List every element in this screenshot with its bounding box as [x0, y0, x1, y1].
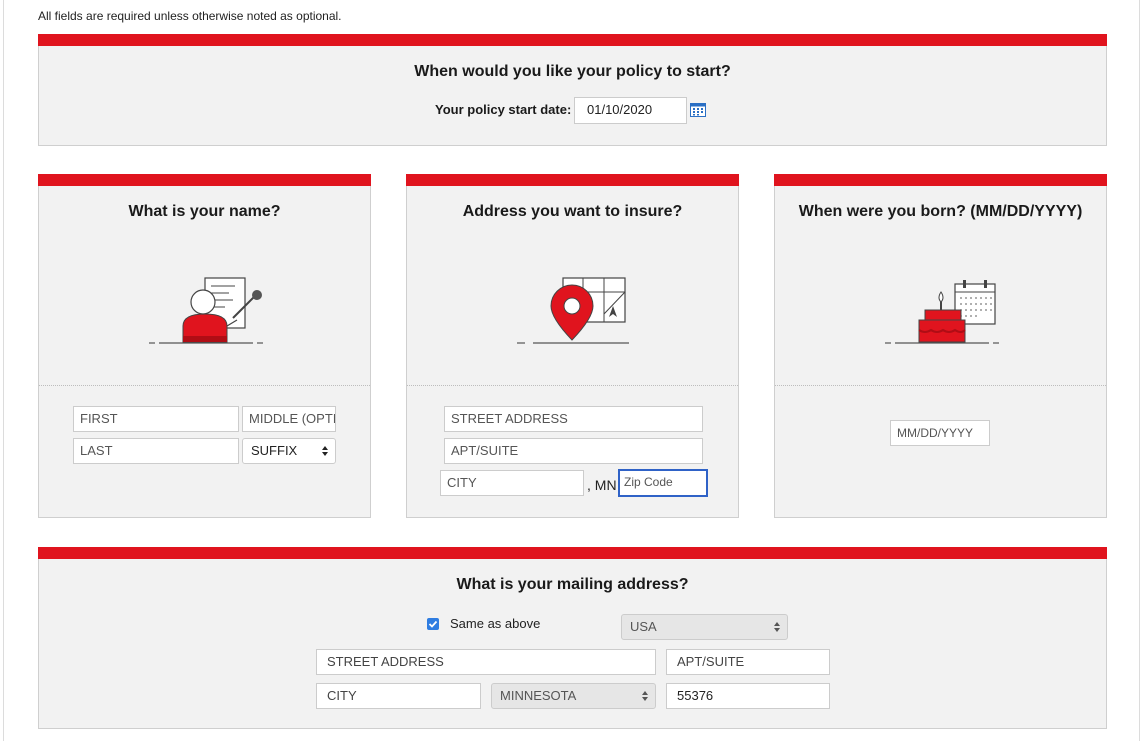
first-name-input[interactable]: FIRST	[73, 406, 239, 432]
map-pin-icon	[513, 274, 639, 351]
same-as-above-checkbox[interactable]	[427, 618, 439, 630]
mailing-state-select-value: MINNESOTA	[500, 688, 577, 703]
last-name-input[interactable]: LAST	[73, 438, 239, 464]
zip-code-input[interactable]: Zip Code	[618, 469, 708, 497]
name-panel: What is your name? FIRST MIDDLE (OPTIONA…	[38, 174, 371, 518]
mailing-street-address-input[interactable]: STREET ADDRESS	[316, 649, 656, 675]
panel-accent-bar	[38, 547, 1107, 559]
birth-panel: When were you born? (MM/DD/YYYY) MM/DD/Y…	[774, 174, 1107, 518]
mailing-city-input[interactable]: CITY	[316, 683, 481, 709]
calendar-icon[interactable]	[690, 102, 706, 122]
panel-accent-bar	[38, 34, 1107, 46]
street-address-input[interactable]: STREET ADDRESS	[444, 406, 703, 432]
required-fields-note: All fields are required unless otherwise…	[38, 9, 342, 23]
address-panel: Address you want to insure? STREET ADDRE…	[406, 174, 739, 518]
same-as-above-label: Same as above	[450, 616, 541, 631]
select-arrows-icon	[641, 688, 649, 704]
country-select-value: USA	[630, 619, 657, 634]
policy-start-date-input[interactable]: 01/10/2020	[574, 97, 687, 124]
city-input[interactable]: CITY	[440, 470, 584, 496]
mailing-state-select[interactable]: MINNESOTA	[491, 683, 656, 709]
name-title: What is your name?	[128, 203, 281, 220]
policy-start-title: When would you like your policy to start…	[414, 63, 731, 80]
panel-accent-bar	[38, 174, 371, 186]
panel-accent-bar	[406, 174, 739, 186]
select-arrows-icon	[773, 619, 781, 635]
birth-title: When were you born? (MM/DD/YYYY)	[798, 203, 1083, 220]
apt-suite-input[interactable]: APT/SUITE	[444, 438, 703, 464]
panel-divider	[407, 385, 738, 386]
date-of-birth-input[interactable]: MM/DD/YYYY	[890, 420, 990, 446]
state-abbreviation: , MN	[587, 477, 617, 493]
policy-start-panel: When would you like your policy to start…	[38, 34, 1107, 146]
panel-accent-bar	[774, 174, 1107, 186]
mailing-zip-input[interactable]: 55376	[666, 683, 830, 709]
suffix-select[interactable]: SUFFIX	[242, 438, 336, 464]
suffix-select-value: SUFFIX	[251, 443, 298, 458]
middle-name-input[interactable]: MIDDLE (OPTIONAL)	[242, 406, 336, 432]
panel-divider	[39, 385, 370, 386]
mailing-address-panel: What is your mailing address? Same as ab…	[38, 547, 1107, 729]
policy-start-label: Your policy start date:	[435, 102, 572, 117]
mailing-title: What is your mailing address?	[456, 576, 689, 593]
select-arrows-icon	[321, 443, 329, 459]
address-title: Address you want to insure?	[462, 203, 683, 220]
person-signing-document-icon	[145, 274, 271, 351]
country-select[interactable]: USA	[621, 614, 788, 640]
panel-divider	[775, 385, 1106, 386]
mailing-apt-suite-input[interactable]: APT/SUITE	[666, 649, 830, 675]
birthday-cake-calendar-icon	[881, 274, 1007, 351]
